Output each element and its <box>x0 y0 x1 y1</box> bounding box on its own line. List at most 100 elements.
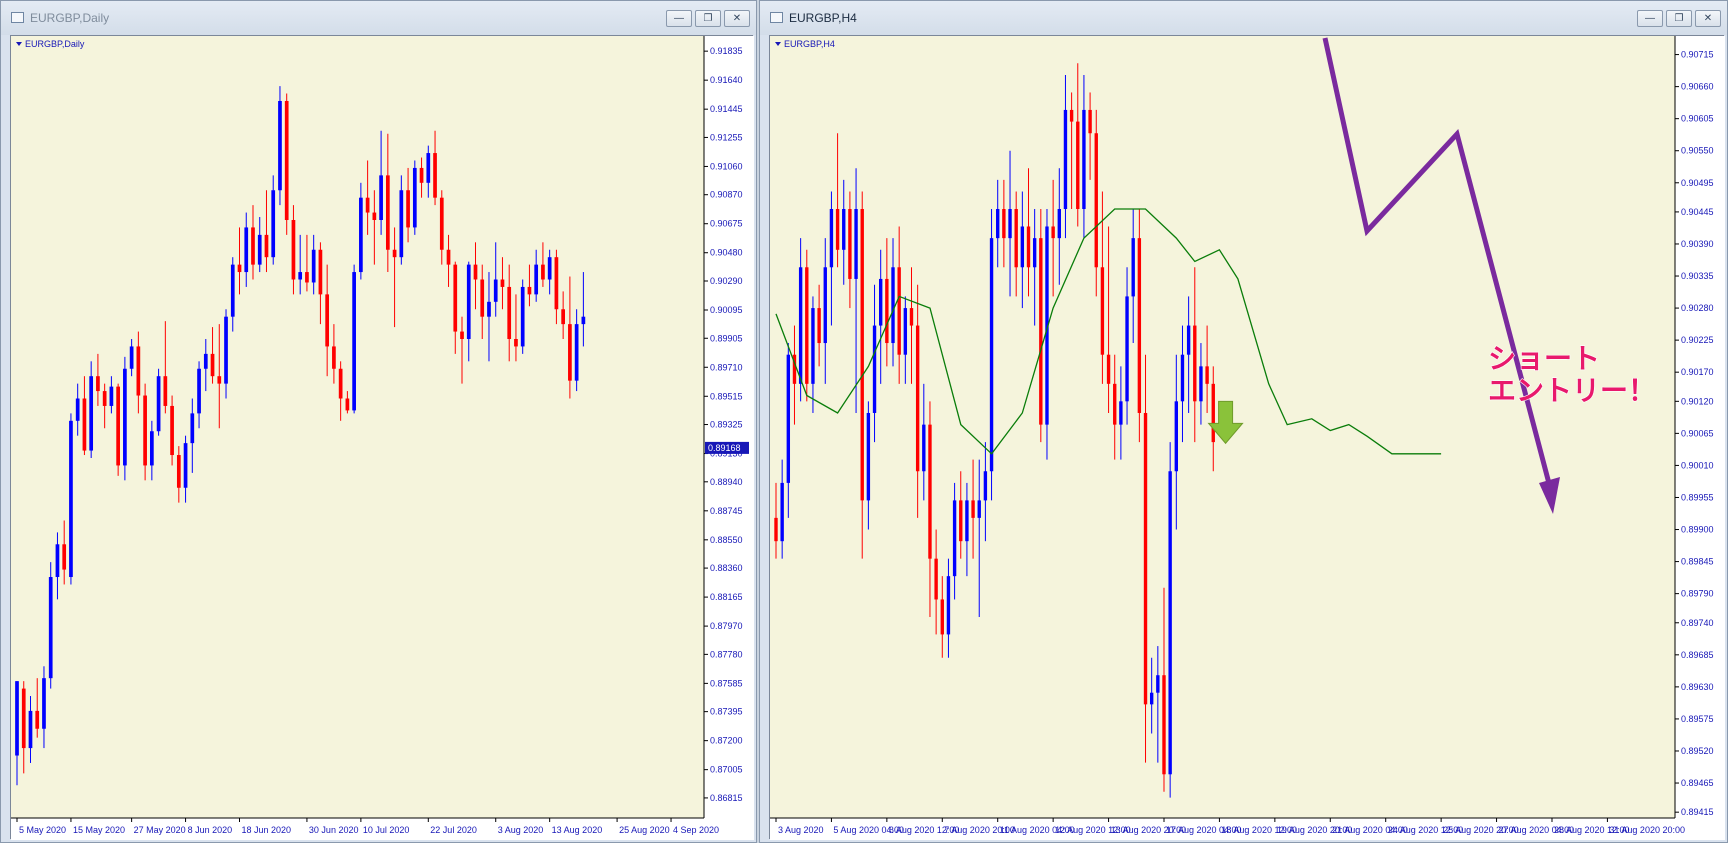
candle-body <box>1106 354 1111 384</box>
candle-body <box>774 517 778 542</box>
price-tick-label: 0.90870 <box>710 190 743 200</box>
price-tick-label: 0.87005 <box>710 765 743 775</box>
candle-body <box>934 558 938 600</box>
candle-body <box>257 234 262 265</box>
candle-body <box>1131 238 1135 297</box>
time-tick-label: 22 Jul 2020 <box>430 825 477 835</box>
candle-body <box>1125 296 1129 402</box>
chart-window-daily[interactable]: EURGBP,Daily — ❐ ✕ 0.91835 0.91640 0.91445… <box>0 0 757 843</box>
candle-body <box>203 353 208 369</box>
candle-body <box>109 386 114 406</box>
annotation-text-line2: エントリー！ <box>1488 374 1656 407</box>
candle-body <box>48 577 53 679</box>
annotation-text-line1: ショート <box>1488 342 1600 375</box>
candle-body <box>392 249 397 258</box>
candle-body <box>284 100 289 220</box>
candle-body <box>561 309 566 325</box>
candle-body <box>1186 325 1191 355</box>
price-tick-label: 0.88165 <box>710 592 743 602</box>
price-tick-label: 0.90290 <box>710 276 743 286</box>
candle-body <box>805 267 809 384</box>
price-tick-label: 0.90170 <box>1681 367 1714 377</box>
price-tick-label: 0.88745 <box>710 506 743 516</box>
candle-body <box>1174 401 1179 472</box>
candle-body <box>399 190 404 258</box>
candle-body <box>977 500 981 518</box>
candle-body <box>149 431 154 466</box>
price-tick-label: 0.89515 <box>710 391 743 401</box>
candle-body <box>116 386 120 466</box>
close-button[interactable]: ✕ <box>1695 10 1721 27</box>
price-tick-label: 0.89465 <box>1681 778 1714 788</box>
chart-window-h4[interactable]: EURGBP,H4 — ❐ ✕ 0.90715 0.90660 0.90605 0.9… <box>759 0 1728 843</box>
candle-body <box>224 316 228 384</box>
candle-body <box>952 500 957 577</box>
candle-body <box>298 272 303 280</box>
candle-body <box>811 308 815 384</box>
candle-body <box>1113 383 1117 425</box>
price-tick-label: 0.89325 <box>710 420 743 430</box>
candle-body <box>541 264 545 280</box>
candle-body <box>42 678 46 729</box>
candle-body <box>62 544 67 570</box>
current-price-label: 0.89168 <box>708 443 741 453</box>
chart-svg-h4[interactable]: 0.90715 0.90660 0.90605 0.90550 0.90495 0.904… <box>770 36 1725 840</box>
candle-body <box>500 279 505 287</box>
candle-body <box>102 391 107 406</box>
minimize-button[interactable]: — <box>1637 10 1663 27</box>
candle-body <box>928 424 932 559</box>
price-tick-label: 0.89740 <box>1681 618 1714 628</box>
candle-body <box>487 301 491 317</box>
minimize-button[interactable]: — <box>666 10 692 27</box>
price-tick-label: 0.91060 <box>710 161 743 171</box>
candle-body <box>940 599 944 635</box>
price-tick-label: 0.89900 <box>1681 525 1714 535</box>
close-button[interactable]: ✕ <box>724 10 750 27</box>
candle-body <box>453 264 458 332</box>
price-tick-label: 0.89630 <box>1681 682 1714 692</box>
candle-body <box>359 197 363 273</box>
chart-area-h4[interactable]: 0.90715 0.90660 0.90605 0.90550 0.90495 0.904… <box>769 35 1725 840</box>
price-tick-label: 0.90445 <box>1681 207 1714 217</box>
candle-body <box>1039 238 1043 425</box>
candle-body <box>466 264 471 340</box>
candle-body <box>190 413 195 444</box>
chart-svg-daily[interactable]: 0.91835 0.91640 0.91445 0.91255 0.91060 0.908… <box>11 36 754 840</box>
candle-body <box>426 153 431 183</box>
candle-body <box>237 264 242 273</box>
candle-body <box>520 286 525 347</box>
time-tick-label: 5 May 2020 <box>19 825 66 835</box>
candle-body <box>1020 226 1025 268</box>
candle-body <box>527 286 532 295</box>
price-tick-label: 0.91640 <box>710 75 743 85</box>
candle-body <box>1143 412 1148 705</box>
candle-body <box>480 279 485 317</box>
candle-body <box>872 325 877 413</box>
candle-body <box>946 576 951 635</box>
candle-body <box>1063 109 1068 210</box>
price-tick-label: 0.89790 <box>1681 589 1714 599</box>
time-tick-label: 8 Jun 2020 <box>188 825 233 835</box>
candle-body <box>817 308 821 344</box>
candle-body <box>1199 366 1203 402</box>
window-titlebar[interactable]: EURGBP,H4 — ❐ ✕ <box>760 1 1727 35</box>
candle-body <box>866 412 871 501</box>
candle-body <box>1211 383 1215 443</box>
price-tick-label: 0.90335 <box>1681 271 1714 281</box>
candle-body <box>786 354 791 483</box>
candle-body <box>1193 325 1197 402</box>
candle-body <box>989 238 994 472</box>
candle-body <box>922 424 926 472</box>
chart-area-daily[interactable]: 0.91835 0.91640 0.91445 0.91255 0.91060 0.908… <box>10 35 754 840</box>
candle-body <box>514 339 518 347</box>
restore-button[interactable]: ❐ <box>695 10 721 27</box>
time-tick-label: 3 Aug 2020 <box>498 825 544 835</box>
candle-body <box>21 688 26 749</box>
window-titlebar[interactable]: EURGBP,Daily — ❐ ✕ <box>1 1 756 35</box>
candle-body <box>1008 209 1012 239</box>
restore-button[interactable]: ❐ <box>1666 10 1692 27</box>
window-title: EURGBP,H4 <box>789 11 857 25</box>
candle-body <box>244 227 249 273</box>
candle-body <box>1082 109 1086 210</box>
candle-body <box>554 257 559 310</box>
